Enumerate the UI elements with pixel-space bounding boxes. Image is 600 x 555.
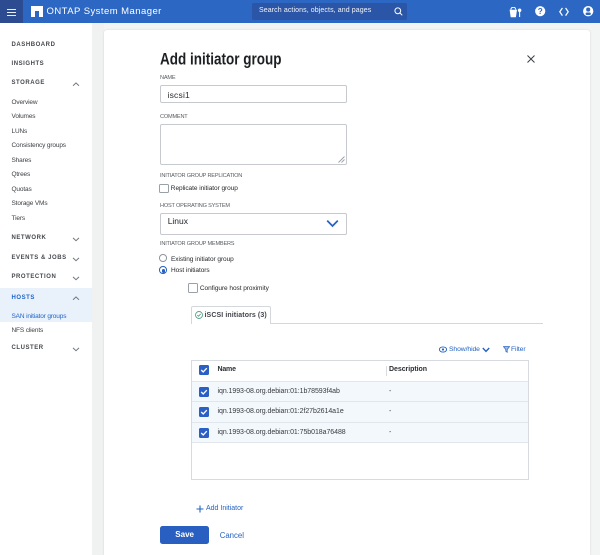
svg-text:?: ?: [538, 8, 543, 17]
